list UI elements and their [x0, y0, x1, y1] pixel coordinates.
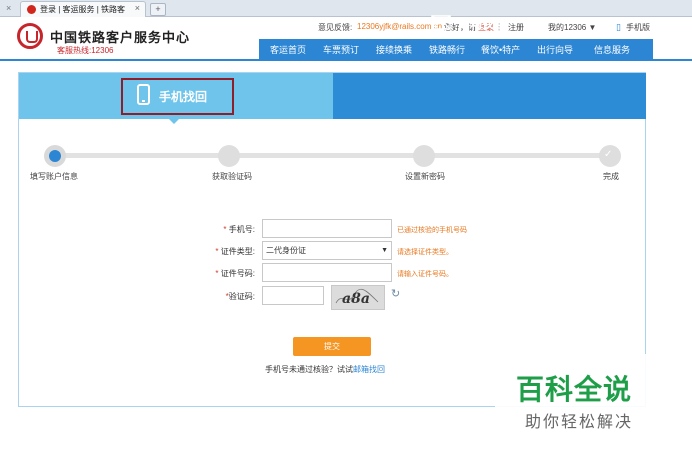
- nav-item-transfer[interactable]: 接续换乘: [376, 43, 412, 56]
- railway-logo-icon[interactable]: [17, 23, 43, 49]
- refresh-icon[interactable]: ↻: [391, 287, 400, 300]
- watermark-title: 百科全说: [516, 374, 633, 405]
- step-2-label: 获取验证码: [212, 172, 252, 181]
- phone-hint: 已通过核验的手机号码: [397, 227, 467, 234]
- captcha-distortion: a8a: [335, 288, 379, 307]
- id-number-input[interactable]: [262, 263, 392, 282]
- tab-mail-label[interactable]: 邮箱找回: [458, 15, 506, 32]
- nav-item-booking[interactable]: 车票预订: [323, 43, 359, 56]
- mobile-version-link[interactable]: 手机版: [626, 22, 650, 33]
- nav-item-railway-pass[interactable]: 铁路畅行: [429, 43, 465, 56]
- feedback-label: 意见反馈:: [318, 23, 353, 32]
- id-type-hint: 请选择证件类型。: [397, 249, 453, 256]
- id-type-value: 二代身份证: [266, 246, 306, 255]
- tab-close-icon[interactable]: ×: [6, 2, 16, 14]
- id-number-hint: 请输入证件号码。: [397, 271, 453, 278]
- watermark-subtitle: 助你轻松解决: [525, 414, 634, 431]
- id-number-label: * 证件号码:: [215, 269, 255, 278]
- tab-title: 登录 | 客运服务 | 铁路客: [40, 5, 126, 14]
- browser-tab-strip: × 登录 | 客运服务 | 铁路客 × +: [0, 0, 692, 17]
- tab-mail-recovery[interactable]: [333, 73, 646, 119]
- mail-icon: [431, 15, 451, 30]
- tab-phone-label: 手机找回: [159, 90, 208, 104]
- new-tab-button[interactable]: +: [150, 3, 166, 16]
- main-nav: 客运首页 车票预订 接续换乘 铁路畅行 餐饮•特产 出行向导 信息服务: [259, 39, 653, 59]
- step-1-label: 填写账户信息: [30, 172, 78, 181]
- mobile-icon: ▯: [616, 22, 621, 32]
- progress-track: [55, 153, 611, 158]
- close-icon[interactable]: ×: [135, 3, 140, 13]
- id-type-select[interactable]: 二代身份证 ▼: [262, 241, 392, 260]
- phone-icon: [137, 84, 150, 105]
- step-4-dot: ✓: [599, 145, 621, 167]
- header-divider: [0, 59, 692, 61]
- step-2-dot: [218, 145, 240, 167]
- captcha-label: *验证码:: [225, 292, 255, 301]
- step-4-label: 完成: [603, 172, 619, 181]
- favicon-icon: [27, 5, 36, 14]
- watermark: 百科全说 助你轻松解决: [495, 354, 670, 440]
- fallback-text: 手机号未通过核验？试试: [265, 365, 353, 374]
- dropdown-arrow-icon: ▼: [381, 247, 388, 254]
- captcha-text: a8a: [342, 291, 370, 307]
- mail-recovery-link[interactable]: 邮箱找回: [353, 365, 385, 374]
- phone-label: * 手机号:: [223, 225, 255, 234]
- submit-button[interactable]: 提交: [293, 337, 371, 356]
- site-title: 中国铁路客户服务中心: [50, 30, 191, 45]
- step-3-dot: [413, 145, 435, 167]
- browser-tab[interactable]: 登录 | 客运服务 | 铁路客 ×: [20, 1, 146, 17]
- step-3-label: 设置新密码: [405, 172, 445, 181]
- tab-phone-recovery[interactable]: 手机找回: [19, 73, 333, 119]
- nav-item-catering[interactable]: 餐饮•特产: [481, 43, 520, 56]
- check-icon: ✓: [604, 149, 613, 160]
- nav-item-home[interactable]: 客运首页: [270, 43, 306, 56]
- id-type-label: * 证件类型:: [215, 247, 255, 256]
- active-tab-pointer: [169, 119, 179, 124]
- register-link[interactable]: 注册: [508, 22, 524, 33]
- captcha-input[interactable]: [262, 286, 324, 305]
- step-1-dot: [44, 145, 66, 167]
- feedback-email-link[interactable]: 12306yjfk@rails.com.cn: [357, 22, 442, 31]
- phone-input[interactable]: [262, 219, 392, 238]
- captcha-image[interactable]: a8a: [331, 285, 385, 310]
- my12306-menu[interactable]: 我的12306 ▼: [548, 22, 596, 33]
- nav-item-info-service[interactable]: 信息服务: [594, 43, 630, 56]
- hotline-text: 客服热线:12306: [57, 46, 114, 55]
- nav-item-travel-guide[interactable]: 出行向导: [537, 43, 573, 56]
- fallback-hint: 手机号未通过核验？试试邮箱找回: [265, 364, 385, 375]
